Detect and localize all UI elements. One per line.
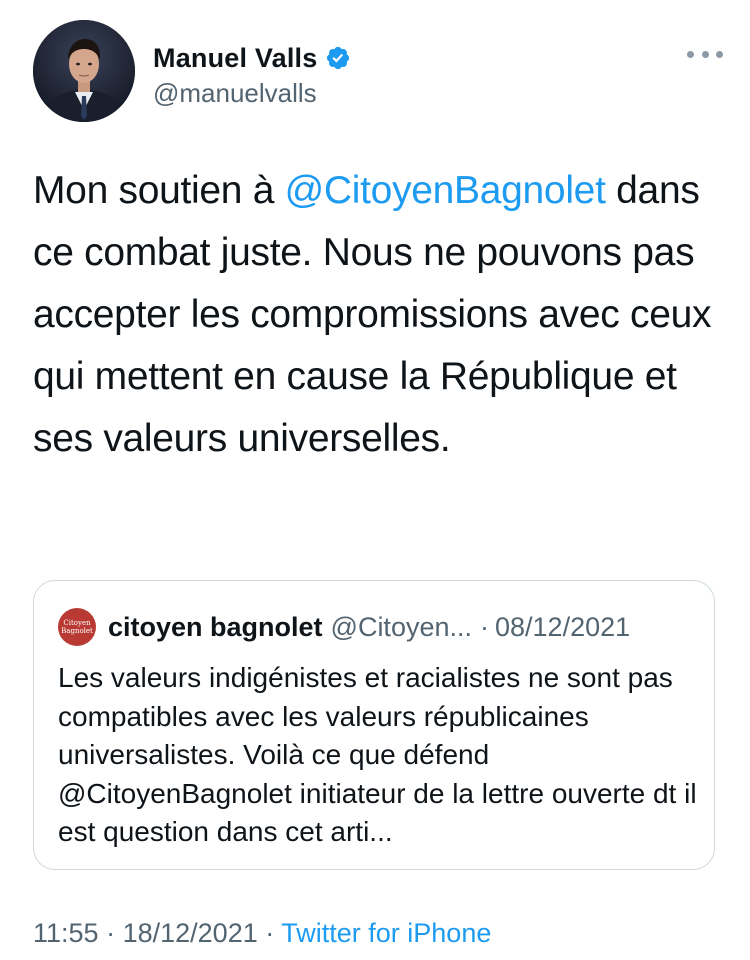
quoted-date[interactable]: 08/12/2021 [495,612,630,643]
mention-link[interactable]: @CitoyenBagnolet [285,169,606,212]
author-name[interactable]: Manuel Valls [153,43,317,74]
tweet-header: Manuel Valls @manuelvalls [33,20,723,124]
quoted-author-handle[interactable]: @Citoyen... [331,612,472,643]
more-dot [716,50,723,58]
quoted-tweet-card[interactable]: Citoyen Bagnolet citoyen bagnolet @Citoy… [33,580,715,870]
tweet-time[interactable]: 11:55 [33,918,99,948]
tweet-source-link[interactable]: Twitter for iPhone [281,918,491,948]
tweet-text-start: Mon soutien à [33,169,285,212]
tweet-metadata: 11:55 · 18/12/2021 · Twitter for iPhone [33,918,491,949]
quoted-tweet-header: Citoyen Bagnolet citoyen bagnolet @Citoy… [58,607,630,647]
verified-badge-icon [327,46,350,70]
more-dot [687,50,694,58]
quoted-avatar-text-line1: Citoyen [63,619,91,627]
quoted-author-name[interactable]: citoyen bagnolet [108,612,323,643]
tweet-text: Mon soutien à @CitoyenBagnolet dans ce c… [33,160,723,470]
author-name-row: Manuel Valls [153,40,351,76]
quoted-separator: · [480,611,489,642]
author-handle[interactable]: @manuelvalls [153,78,317,109]
meta-separator: · [265,918,275,948]
tweet-text-end: dans ce combat juste. Nous ne pouvons pa… [33,169,712,460]
more-options-icon[interactable] [687,47,723,61]
quoted-tweet-text: Les valeurs indigénistes et racialistes … [58,662,697,847]
quoted-avatar-text-line2: Bagnolet [61,627,93,635]
profile-photo-icon [33,20,135,122]
author-avatar[interactable] [33,20,135,122]
tweet-date[interactable]: 18/12/2021 [123,918,258,948]
more-dot [701,50,709,58]
quoted-author-avatar[interactable]: Citoyen Bagnolet [58,608,96,646]
meta-separator: · [106,918,116,948]
